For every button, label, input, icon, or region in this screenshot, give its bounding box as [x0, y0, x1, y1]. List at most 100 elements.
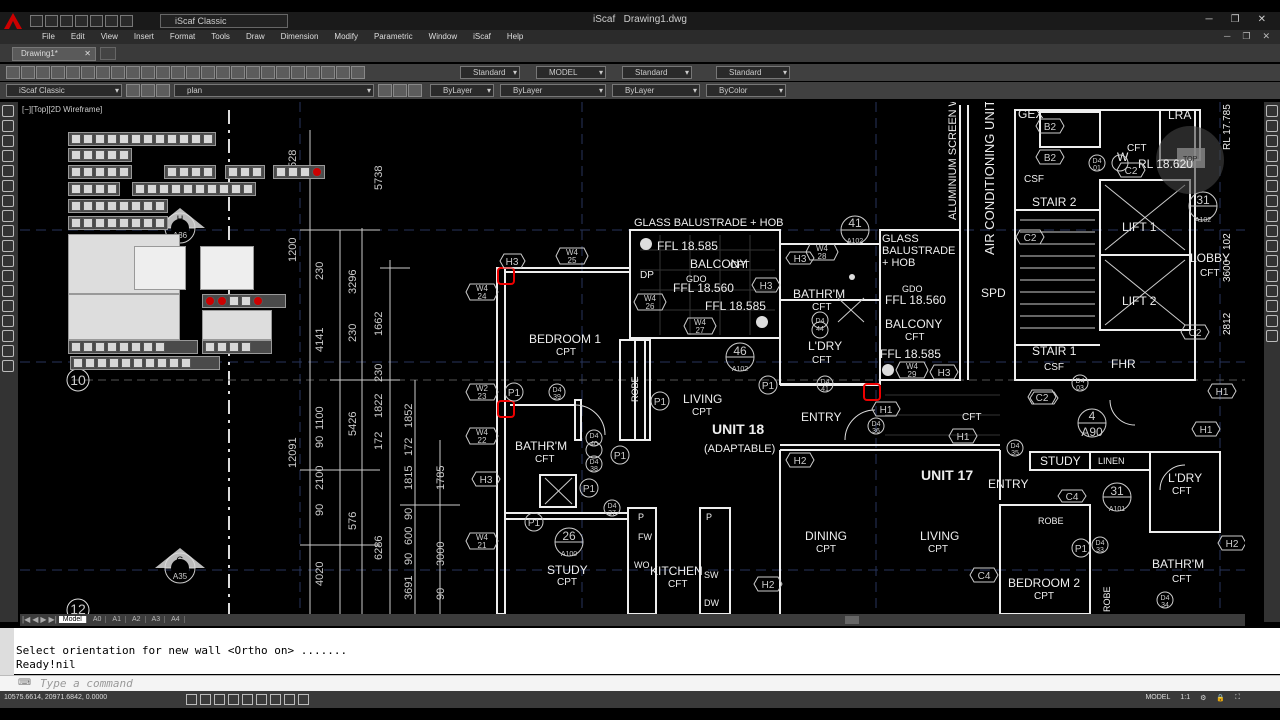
- grid-icon[interactable]: [200, 694, 211, 705]
- mtext-icon[interactable]: [2, 360, 14, 372]
- tool-icon[interactable]: [71, 134, 81, 144]
- tool-icon[interactable]: [155, 218, 165, 228]
- tab-a2[interactable]: A2: [128, 616, 146, 623]
- extend-icon[interactable]: [1266, 255, 1278, 267]
- text-style-combo[interactable]: Standard: [460, 66, 520, 79]
- menu-modify[interactable]: Modify: [326, 30, 366, 44]
- stop-icon[interactable]: [312, 167, 322, 177]
- tool-icon[interactable]: [119, 342, 129, 352]
- design-center-icon[interactable]: [276, 66, 290, 79]
- menu-tools[interactable]: Tools: [203, 30, 238, 44]
- break-icon[interactable]: [1266, 270, 1278, 282]
- pan-icon[interactable]: [201, 66, 215, 79]
- block-editor-icon[interactable]: [156, 66, 170, 79]
- tool-icon[interactable]: [179, 167, 189, 177]
- plot-icon[interactable]: [51, 66, 65, 79]
- tool-icon[interactable]: [155, 134, 165, 144]
- explode-icon[interactable]: [1266, 330, 1278, 342]
- tool-icon[interactable]: [143, 134, 153, 144]
- offset-icon[interactable]: [1266, 150, 1278, 162]
- tool-icon[interactable]: [229, 296, 239, 306]
- calculator-icon[interactable]: [336, 66, 350, 79]
- tool-icon[interactable]: [228, 167, 238, 177]
- tool-icon[interactable]: [83, 150, 93, 160]
- fillet-icon[interactable]: [1266, 315, 1278, 327]
- layer-visibility-icon[interactable]: [156, 84, 170, 97]
- tool-icon[interactable]: [97, 358, 107, 368]
- tool-icon[interactable]: [241, 342, 251, 352]
- rotate-icon[interactable]: [1266, 195, 1278, 207]
- undo-icon[interactable]: [171, 66, 185, 79]
- lineweight-combo[interactable]: ByLayer: [612, 84, 700, 97]
- tool-icon[interactable]: [95, 201, 105, 211]
- ducs-icon[interactable]: [270, 694, 281, 705]
- menu-window[interactable]: Window: [421, 30, 465, 44]
- tab-close-icon[interactable]: ✕: [84, 48, 91, 60]
- erase-icon[interactable]: [1266, 105, 1278, 117]
- revcloud-icon[interactable]: [2, 210, 14, 222]
- model-space-toggle[interactable]: MODEL: [1145, 694, 1170, 702]
- tool-icon[interactable]: [181, 358, 191, 368]
- properties-icon[interactable]: [261, 66, 275, 79]
- tool-icon[interactable]: [73, 358, 83, 368]
- tool-icon[interactable]: [159, 184, 169, 194]
- array-icon[interactable]: [1266, 165, 1278, 177]
- tool-icon[interactable]: [131, 218, 141, 228]
- horizontal-scrollbar[interactable]: [20, 614, 1245, 626]
- tab-a0[interactable]: A0: [89, 616, 107, 623]
- ellipse-icon[interactable]: [2, 240, 14, 252]
- trim-icon[interactable]: [1266, 240, 1278, 252]
- rectangle-icon[interactable]: [2, 165, 14, 177]
- preview-icon[interactable]: [66, 66, 80, 79]
- tool-icon[interactable]: [145, 358, 155, 368]
- tool-icon[interactable]: [71, 184, 81, 194]
- tool-icon[interactable]: [107, 342, 117, 352]
- tool-icon[interactable]: [95, 134, 105, 144]
- tool-icon[interactable]: [83, 134, 93, 144]
- prev-tab-icon[interactable]: ◀: [32, 615, 38, 624]
- tool-icon[interactable]: [143, 201, 153, 211]
- lock-icon[interactable]: 🔒: [1216, 694, 1225, 702]
- tool-icon[interactable]: [191, 134, 201, 144]
- polyline-icon[interactable]: [2, 135, 14, 147]
- menu-insert[interactable]: Insert: [126, 30, 162, 44]
- dim-style-combo[interactable]: MODEL: [536, 66, 606, 79]
- table-icon[interactable]: [2, 345, 14, 357]
- tool-icon[interactable]: [119, 218, 129, 228]
- command-input[interactable]: ⌨ Type a command: [0, 675, 1280, 691]
- drawing-viewport[interactable]: 528 5738 1200 230 3296 4141 230 1662 230…: [20, 102, 1245, 614]
- command-options-icon[interactable]: ⌨: [18, 677, 31, 688]
- tool-icon[interactable]: [240, 167, 250, 177]
- tool-icon[interactable]: [243, 184, 253, 194]
- menu-dimension[interactable]: Dimension: [273, 30, 327, 44]
- make-block-icon[interactable]: [2, 270, 14, 282]
- tool-icon[interactable]: [107, 218, 117, 228]
- workspace-combo[interactable]: iScaf Classic: [6, 84, 122, 97]
- tool-icon[interactable]: [131, 342, 141, 352]
- tool-icon[interactable]: [121, 358, 131, 368]
- tool-icon[interactable]: [203, 167, 213, 177]
- mirror-icon[interactable]: [1266, 135, 1278, 147]
- tool-icon[interactable]: [179, 134, 189, 144]
- construction-line-icon[interactable]: [2, 120, 14, 132]
- save-icon[interactable]: [36, 66, 50, 79]
- tool-icon[interactable]: [119, 167, 129, 177]
- tool-icon[interactable]: [71, 150, 81, 160]
- tool-icon[interactable]: [119, 150, 129, 160]
- tab-model[interactable]: Model: [58, 616, 87, 623]
- tool-icon[interactable]: [191, 167, 201, 177]
- tool-icon[interactable]: [71, 342, 81, 352]
- tool-icon[interactable]: [83, 201, 93, 211]
- tool-icon[interactable]: [169, 358, 179, 368]
- scale-icon[interactable]: [1266, 210, 1278, 222]
- markup-icon[interactable]: [321, 66, 335, 79]
- tool-icon[interactable]: [195, 184, 205, 194]
- fullscreen-icon[interactable]: ⛶: [1235, 694, 1240, 702]
- tab-a1[interactable]: A1: [108, 616, 126, 623]
- menu-view[interactable]: View: [93, 30, 126, 44]
- tool-icon[interactable]: [95, 150, 105, 160]
- tool-icon[interactable]: [207, 184, 217, 194]
- polygon-icon[interactable]: [2, 150, 14, 162]
- next-tab-icon[interactable]: ▶: [40, 615, 46, 624]
- viewport-controls-label[interactable]: [−][Top][2D Wireframe]: [22, 105, 102, 114]
